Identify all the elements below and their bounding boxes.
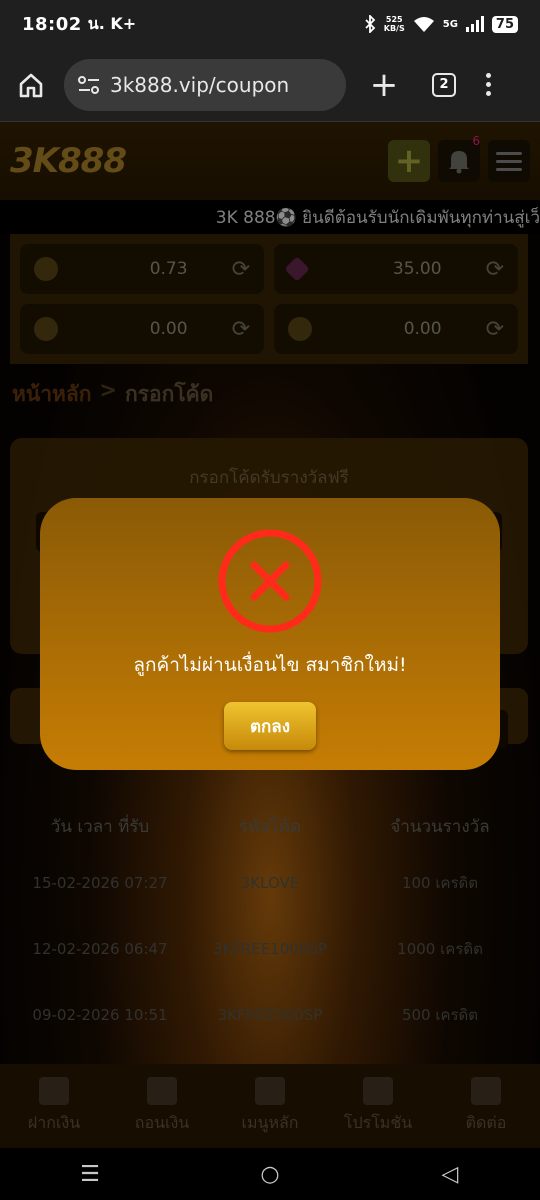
home-icon <box>19 73 43 97</box>
status-time: 18:02 <box>22 13 82 35</box>
browser-menu-button[interactable] <box>486 73 491 96</box>
site-settings-icon[interactable] <box>78 75 100 94</box>
home-button[interactable] <box>14 68 48 102</box>
back-button[interactable]: ◁ <box>420 1162 480 1187</box>
tab-switcher-button[interactable]: 2 <box>432 72 456 97</box>
bluetooth-icon <box>365 15 376 33</box>
error-dialog: ลูกค้าไม่ผ่านเงื่อนไข สมาชิกใหม่! ตกลง <box>40 498 500 770</box>
status-icons: 525 KB/S 5G 75 <box>364 15 518 33</box>
network-type: 5G <box>442 18 458 30</box>
signal-icon <box>465 16 484 32</box>
net-speed: 525 KB/S <box>383 15 405 33</box>
status-bar: 18:02 น. K+ 525 KB/S 5G 75 <box>0 0 540 48</box>
home-system-button[interactable]: ○ <box>240 1162 300 1187</box>
error-x-icon <box>218 529 322 633</box>
browser-toolbar: 3k888.vip/coupon + 2 <box>0 48 540 122</box>
new-tab-button[interactable]: + <box>366 68 402 102</box>
address-bar[interactable]: 3k888.vip/coupon <box>64 58 346 111</box>
dialog-message: ลูกค้าไม่ผ่านเงื่อนไข สมาชิกใหม่! <box>133 654 407 676</box>
system-nav-bar: ☰ ○ ◁ <box>0 1148 540 1200</box>
wifi-icon <box>413 17 434 32</box>
battery-icon: 75 <box>491 15 518 33</box>
url-text: 3k888.vip/coupon <box>110 72 290 97</box>
recents-button[interactable]: ☰ <box>60 1162 120 1187</box>
status-carrier: น. K+ <box>87 13 137 33</box>
ok-button[interactable]: ตกลง <box>224 702 316 750</box>
